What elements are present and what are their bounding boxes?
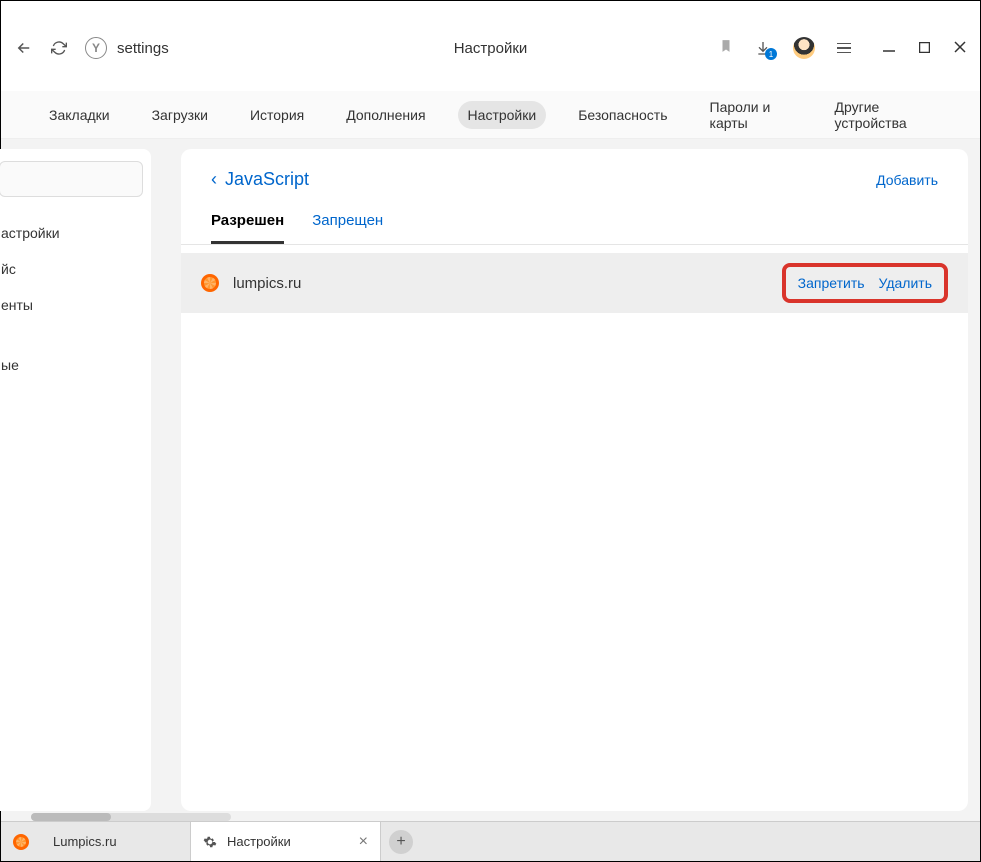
chevron-left-icon: ‹: [211, 169, 217, 190]
bookmark-icon[interactable]: [719, 39, 733, 58]
site-identity-icon: Y: [85, 37, 107, 59]
sidebar: астройки йс енты ые: [0, 149, 151, 811]
browser-tab-lumpics[interactable]: Lumpics.ru: [1, 822, 191, 861]
lumpics-favicon: [13, 834, 29, 850]
back-button[interactable]: [15, 39, 33, 57]
back-link[interactable]: ‹ JavaScript: [211, 169, 309, 190]
browser-tab-settings[interactable]: Настройки ×: [191, 822, 381, 861]
address-bar[interactable]: Y settings: [85, 37, 169, 59]
content-area: астройки йс енты ые ‹ JavaScript Добавит…: [1, 139, 980, 821]
block-action[interactable]: Запретить: [798, 275, 865, 291]
tab-strip: Lumpics.ru Настройки × +: [1, 821, 980, 861]
gear-icon: [203, 835, 217, 849]
nav-addons[interactable]: Дополнения: [336, 101, 435, 129]
settings-nav: Закладки Загрузки История Дополнения Нас…: [1, 91, 980, 139]
new-tab-area: +: [381, 822, 421, 861]
download-badge: 1: [765, 48, 777, 60]
section-title: JavaScript: [225, 169, 309, 190]
sidebar-item[interactable]: йс: [0, 251, 151, 287]
nav-bookmarks[interactable]: Закладки: [39, 101, 120, 129]
site-row[interactable]: lumpics.ru Запретить Удалить: [181, 253, 968, 313]
menu-button[interactable]: [837, 43, 851, 54]
sidebar-item[interactable]: ые: [0, 347, 151, 383]
minimize-button[interactable]: [883, 40, 895, 56]
page-title: Настройки: [454, 40, 528, 57]
maximize-button[interactable]: [919, 40, 930, 56]
permission-tabs: Разрешен Запрещен: [181, 190, 968, 245]
add-button[interactable]: Добавить: [876, 172, 938, 188]
downloads-button[interactable]: 1: [755, 40, 771, 56]
tab-blocked[interactable]: Запрещен: [312, 212, 383, 244]
main-panel: ‹ JavaScript Добавить Разрешен Запрещен …: [181, 149, 968, 811]
site-favicon: [201, 274, 219, 292]
new-tab-button[interactable]: +: [389, 830, 413, 854]
sidebar-scrollbar[interactable]: [31, 813, 231, 821]
sidebar-item[interactable]: астройки: [0, 215, 151, 251]
sidebar-search[interactable]: [0, 161, 143, 197]
nav-settings[interactable]: Настройки: [458, 101, 547, 129]
close-button[interactable]: [954, 40, 966, 56]
delete-action[interactable]: Удалить: [879, 275, 932, 291]
tab-label: Lumpics.ru: [53, 834, 117, 849]
nav-history[interactable]: История: [240, 101, 314, 129]
nav-downloads[interactable]: Загрузки: [142, 101, 218, 129]
site-actions-highlight: Запретить Удалить: [782, 263, 948, 303]
address-text: settings: [117, 40, 169, 57]
sidebar-item[interactable]: енты: [0, 287, 151, 323]
nav-devices[interactable]: Другие устройства: [825, 93, 942, 137]
tab-close-icon[interactable]: ×: [359, 833, 368, 851]
profile-avatar[interactable]: [793, 37, 815, 59]
nav-security[interactable]: Безопасность: [568, 101, 677, 129]
tab-label: Настройки: [227, 834, 291, 849]
tab-allowed[interactable]: Разрешен: [211, 212, 284, 244]
reload-button[interactable]: [51, 40, 67, 56]
browser-toolbar: Y settings Настройки 1: [1, 19, 980, 77]
nav-passwords[interactable]: Пароли и карты: [700, 93, 803, 137]
site-name: lumpics.ru: [233, 275, 782, 292]
